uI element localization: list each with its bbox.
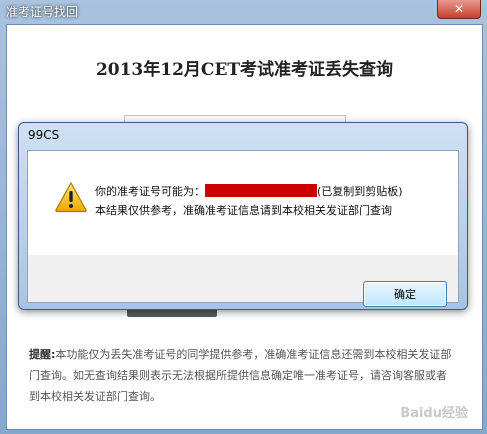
message-suffix: (已复制到剪贴板) (317, 185, 403, 198)
watermark-logo: Baidu经验 (400, 406, 468, 421)
dialog-body: 你的准考证号可能为： (已复制到剪贴板) 本结果仅供参考，准确准考证信息请到本校相… (27, 150, 459, 307)
dialog-message-line2: 本结果仅供参考，准确准考证信息请到本校相关发证部门查询 (95, 204, 392, 217)
tips-text: 提醒:本功能仅为丢失准考证号的同学提供参考，准确准考证信息还需到本校相关发证部门… (29, 344, 454, 407)
message-prefix: 你的准考证号可能为： (95, 185, 205, 198)
dialog-message-line1: 你的准考证号可能为： (已复制到剪贴板) (95, 183, 403, 199)
dialog-message-area: 你的准考证号可能为： (已复制到剪贴板) 本结果仅供参考，准确准考证信息请到本校相… (28, 151, 458, 255)
tips-label: 提醒: (29, 348, 56, 361)
page-title: 2013年12月CET考试准考证丢失查询 (95, 60, 394, 80)
message-dialog: 99CS 你的准考证号可能为： (已复制到剪贴板) 本结果仅供参考，准确准考证信息… (18, 122, 468, 310)
dialog-title: 99CS (28, 128, 60, 142)
redacted-ticket-number (205, 184, 317, 197)
window-title: 准考证号找回 (6, 5, 79, 19)
tips-body: 本功能仅为丢失准考证号的同学提供参考，准确准考证信息还需到本校相关发证部门查询。… (29, 348, 452, 403)
close-button[interactable]: ✕ (437, 0, 481, 19)
close-icon: ✕ (453, 2, 465, 16)
warning-icon (55, 181, 87, 213)
ok-button[interactable]: 确定 (363, 281, 447, 307)
